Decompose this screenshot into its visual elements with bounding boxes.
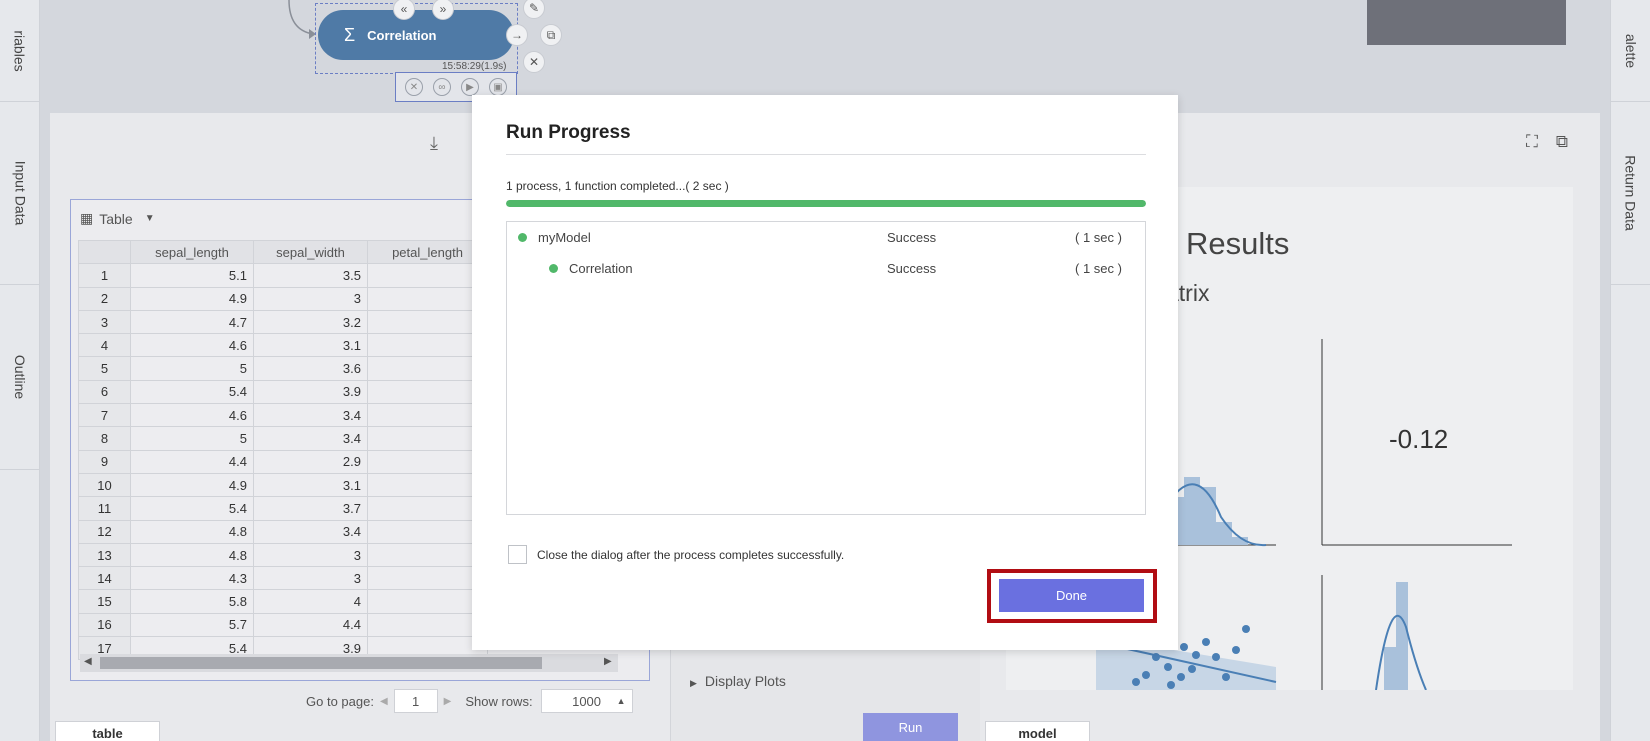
dialog-title: Run Progress [506, 122, 631, 143]
success-dot-icon [518, 232, 527, 242]
divider [506, 154, 1146, 155]
status-text: 1 process, 1 function completed...( 2 se… [506, 179, 729, 193]
process-list: myModel Success ( 1 sec ) Correlation Su… [506, 221, 1146, 515]
run-progress-dialog: Run Progress 1 process, 1 function compl… [472, 95, 1178, 650]
progress-bar [506, 200, 1146, 207]
done-button[interactable]: Done [999, 579, 1144, 612]
close-on-success-checkbox[interactable] [508, 545, 527, 564]
list-item: Correlation Success ( 1 sec ) [507, 253, 1147, 283]
close-on-success-option: Close the dialog after the process compl… [508, 545, 844, 564]
list-item: myModel Success ( 1 sec ) [507, 222, 1147, 252]
success-dot-icon [549, 263, 558, 273]
progress-fill [506, 200, 1146, 207]
